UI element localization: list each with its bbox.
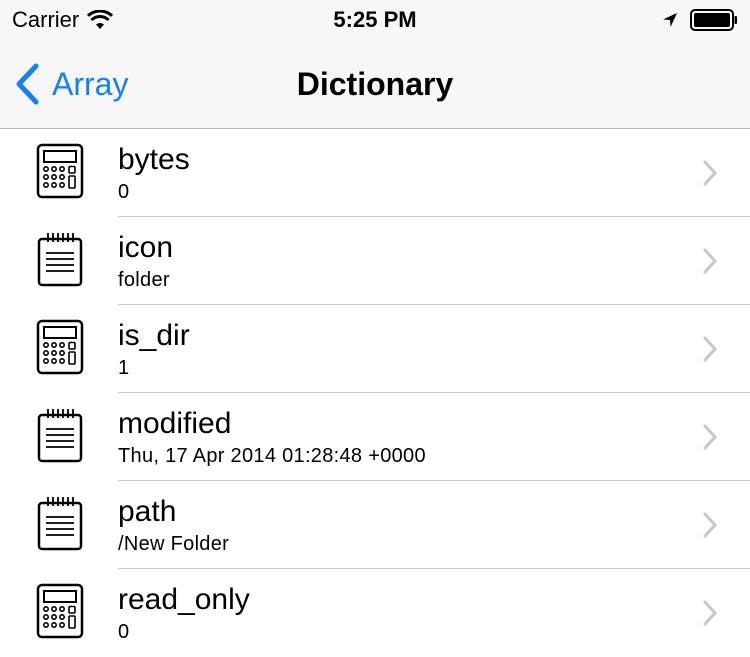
list-item[interactable]: is_dir 1 [0,305,750,393]
navigation-bar: Array Dictionary [0,40,750,129]
calculator-icon [36,143,84,199]
notepad-icon [37,233,83,287]
chevron-right-icon [703,512,717,538]
dictionary-list: bytes 0 icon folder is_dir 1 modified Th… [0,129,750,657]
row-value: folder [118,269,170,291]
chevron-right-icon [703,160,717,186]
row-value: /New Folder [118,533,230,555]
list-item[interactable]: path /New Folder [0,481,750,569]
status-bar: Carrier 5:25 PM [0,0,750,40]
row-key: read_only [118,583,250,616]
status-time: 5:25 PM [333,7,417,32]
list-item[interactable]: read_only 0 [0,569,750,657]
row-value: 0 [118,181,130,203]
list-item[interactable]: bytes 0 [0,129,750,217]
row-value: 0 [118,621,130,643]
notepad-icon [37,497,83,551]
row-value: Thu, 17 Apr 2014 01:28:48 +0000 [118,445,426,467]
list-item[interactable]: modified Thu, 17 Apr 2014 01:28:48 +0000 [0,393,750,481]
row-value: 1 [118,357,130,379]
chevron-right-icon [703,600,717,626]
battery-icon [690,9,737,31]
location-arrow-icon [663,13,677,27]
row-key: is_dir [118,319,190,352]
row-key: path [118,495,177,528]
page-title: Dictionary [296,66,454,102]
chevron-right-icon [703,424,717,450]
chevron-right-icon [703,336,717,362]
row-key: bytes [118,143,190,176]
row-key: icon [118,231,174,264]
calculator-icon [36,319,84,375]
notepad-icon [37,409,83,463]
status-right-group [662,9,738,31]
row-key: modified [118,407,232,440]
list-item[interactable]: icon folder [0,217,750,305]
calculator-icon [36,583,84,639]
chevron-right-icon [703,248,717,274]
